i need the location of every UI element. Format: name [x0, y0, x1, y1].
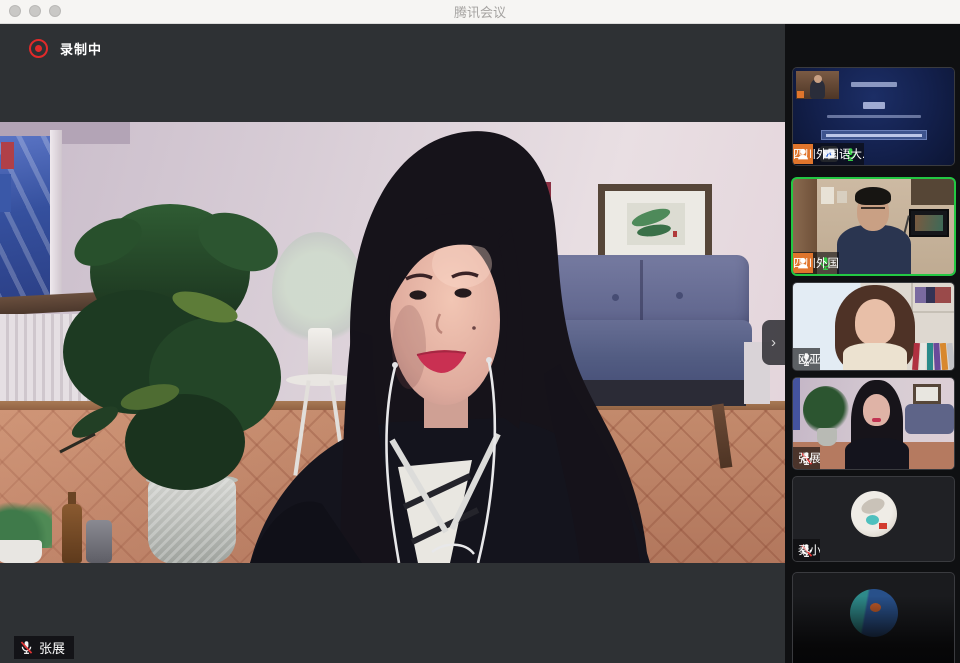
self-name-label: 张展 — [39, 638, 65, 657]
participant-name: 张展 — [798, 450, 820, 466]
amber-bottle — [62, 504, 82, 563]
participant-label: 欧亚 外交学院 — [793, 348, 820, 370]
participant-tile-self[interactable]: 张展 — [793, 378, 954, 469]
plant-foliage — [60, 201, 287, 490]
bottom-fade — [793, 596, 954, 663]
gray-bottle — [86, 520, 112, 563]
record-dot-icon — [29, 39, 48, 58]
participant-tile-active-speaker[interactable]: 四川外国语大学 — [793, 179, 954, 274]
recording-label: 录制中 — [60, 39, 102, 58]
minimize-button[interactable] — [29, 5, 41, 17]
main-video-area[interactable]: 录制中 — [0, 23, 785, 663]
window-title: 腾讯会议 — [454, 2, 506, 21]
participant-name: 四川外国语大... — [793, 146, 864, 162]
sidebar-collapse-handle[interactable]: › — [762, 320, 785, 365]
participant-label: 秦小 — [793, 539, 820, 561]
person — [250, 131, 650, 563]
titlebar: 腾讯会议 — [0, 0, 960, 24]
self-name-tag: 张展 — [14, 636, 74, 659]
participants-sidebar: 四川外国语大... 四川外国语大学 — [785, 23, 960, 663]
chevron-right-icon: › — [771, 334, 776, 351]
slide-text-line — [851, 82, 897, 87]
participant-name: 秦小 — [798, 542, 820, 558]
bookshelf — [911, 343, 954, 370]
close-button[interactable] — [9, 5, 21, 17]
tencent-meeting-window: 腾讯会议 录制中 — [0, 0, 960, 663]
participant-label: 四川外国语大... — [793, 143, 864, 165]
traffic-lights — [9, 5, 61, 17]
main-video-stage[interactable] — [0, 122, 785, 563]
slide-text-line — [863, 102, 885, 109]
presenter-inset-video — [796, 71, 839, 99]
participant-name: 四川外国语大学 — [793, 255, 839, 271]
avatar — [851, 491, 897, 537]
participant-name: 欧亚 外交学院 — [798, 351, 820, 367]
zoom-button[interactable] — [49, 5, 61, 17]
small-plant-pot — [0, 540, 42, 563]
participant-label: 四川外国语大学 — [793, 252, 839, 274]
participant-tile-screen-share[interactable]: 四川外国语大... — [793, 68, 954, 165]
participant-tile-partial[interactable] — [793, 573, 954, 663]
participant-tile[interactable]: 欧亚 外交学院 — [793, 283, 954, 370]
participant-label: 张展 — [793, 447, 820, 469]
slide-highlight-bar — [821, 130, 927, 140]
mic-muted-icon — [18, 640, 34, 656]
participant-tile-avatar[interactable]: 秦小 — [793, 477, 954, 561]
plant-and-person-layer — [0, 122, 785, 563]
slide-text-line — [827, 115, 921, 118]
recording-indicator: 录制中 — [29, 39, 102, 58]
